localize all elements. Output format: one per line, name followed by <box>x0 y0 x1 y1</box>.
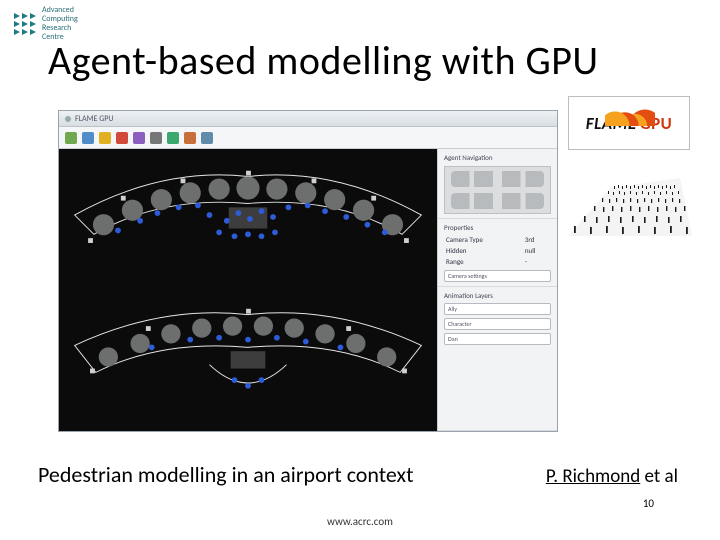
camera-settings-button[interactable]: Camera settings <box>444 270 551 282</box>
figure-caption: Pedestrian modelling in an airport conte… <box>38 461 413 488</box>
window-control-icon <box>65 116 71 122</box>
layer-button[interactable]: Dan <box>444 333 551 345</box>
crowd-render-thumbnail <box>560 158 698 246</box>
attribution-name: P. Richmond <box>546 465 640 488</box>
table-row: Range- <box>444 256 551 267</box>
toolbar-icon[interactable] <box>184 132 196 144</box>
footer-url: www.acrc.com <box>0 515 720 528</box>
properties-table: Camera Type3rd Hiddennull Range- <box>444 234 551 267</box>
org-logo-icon <box>14 13 36 35</box>
toolbar-icon[interactable] <box>65 132 77 144</box>
panel-section-layers: Animation Layers Ally Character Dan <box>438 287 557 431</box>
terminal-floorplan-top <box>65 155 431 285</box>
app-toolbar <box>59 127 557 149</box>
minimap[interactable] <box>444 166 551 214</box>
page-number: 10 <box>643 497 654 510</box>
toolbar-icon[interactable] <box>167 132 179 144</box>
toolbar-icon[interactable] <box>150 132 162 144</box>
panel-section-navigation: Agent Navigation <box>438 149 557 219</box>
layer-button[interactable]: Ally <box>444 303 551 315</box>
table-row: Camera Type3rd <box>444 234 551 245</box>
panel-section-properties: Properties Camera Type3rd Hiddennull Ran… <box>438 219 557 287</box>
slide: Advanced Computing Research Centre Agent… <box>0 0 720 540</box>
side-panel: Agent Navigation Properties Camera Type3… <box>437 149 557 431</box>
flame-icon <box>605 100 655 126</box>
toolbar-icon[interactable] <box>116 132 128 144</box>
simulation-app-window: FLAME GPU <box>58 110 558 432</box>
window-title: FLAME GPU <box>75 114 114 124</box>
app-titlebar: FLAME GPU <box>59 111 557 127</box>
layer-button[interactable]: Character <box>444 318 551 330</box>
panel-section-label: Properties <box>444 223 551 232</box>
toolbar-icon[interactable] <box>201 132 213 144</box>
slide-title: Agent-based modelling with GPU <box>48 36 680 85</box>
panel-section-label: Agent Navigation <box>444 153 551 162</box>
toolbar-icon[interactable] <box>82 132 94 144</box>
attribution: P. Richmond et al <box>546 465 678 488</box>
panel-section-label: Animation Layers <box>444 291 551 300</box>
toolbar-icon[interactable] <box>99 132 111 144</box>
table-row: Hiddennull <box>444 245 551 256</box>
viewport-3d[interactable] <box>59 149 437 431</box>
flamegpu-logo: FLAMEGPU <box>568 96 690 150</box>
toolbar-icon[interactable] <box>133 132 145 144</box>
attribution-suffix: et al <box>640 465 678 488</box>
terminal-floorplan-bottom <box>65 295 431 425</box>
